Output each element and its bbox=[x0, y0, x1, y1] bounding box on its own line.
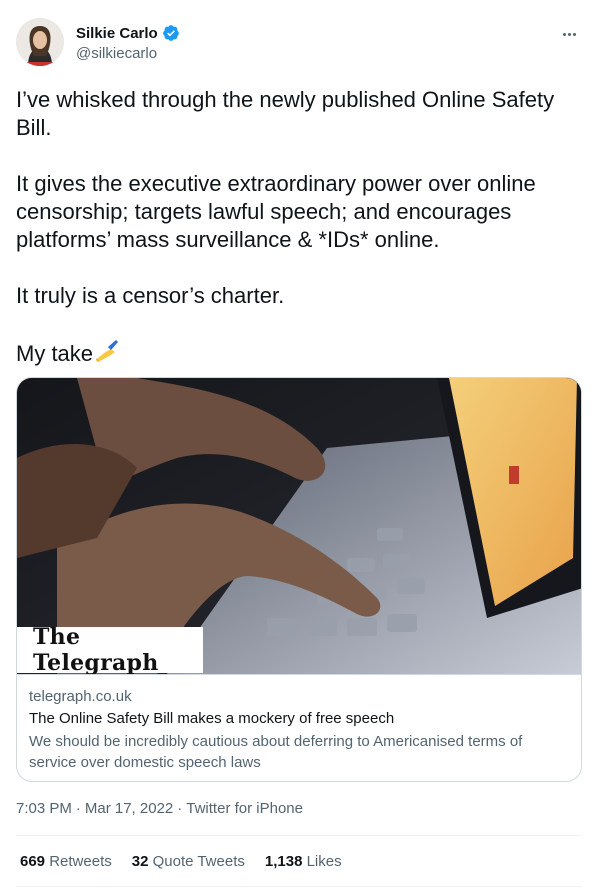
display-name[interactable]: Silkie Carlo bbox=[76, 25, 158, 42]
divider bbox=[16, 886, 582, 887]
tweet-timestamp: 7:03 PM · Mar 17, 2022 · Twitter for iPh… bbox=[16, 800, 303, 817]
tweet-header: Silkie Carlo @silkiecarlo bbox=[16, 18, 582, 70]
avatar[interactable] bbox=[16, 18, 64, 66]
likes-stat[interactable]: 1,138 Likes bbox=[265, 853, 342, 870]
tweet-date[interactable]: Mar 17, 2022 bbox=[85, 800, 173, 817]
publisher-badge: The Telegraph bbox=[17, 624, 203, 674]
retweets-count: 669 bbox=[20, 853, 46, 870]
tweet-paragraph: I’ve whisked through the newly published… bbox=[16, 87, 555, 140]
tweet-paragraph-last: My take bbox=[16, 338, 582, 371]
card-title: The Online Safety Bill makes a mockery o… bbox=[29, 710, 395, 727]
tweet-source[interactable]: Twitter for iPhone bbox=[186, 800, 303, 817]
more-options-icon[interactable] bbox=[558, 24, 580, 44]
retweets-label: Retweets bbox=[49, 853, 112, 870]
name-row: Silkie Carlo bbox=[76, 24, 180, 42]
tweet-text: I’ve whisked through the newly published… bbox=[16, 86, 582, 371]
tweet-paragraph-text: My take bbox=[16, 341, 94, 366]
quote-tweets-stat[interactable]: 32 Quote Tweets bbox=[132, 853, 245, 870]
retweets-stat[interactable]: 669 Retweets bbox=[20, 853, 112, 870]
likes-count: 1,138 bbox=[264, 853, 303, 870]
quotes-label: Quote Tweets bbox=[152, 853, 245, 870]
tweet-paragraph: It gives the executive extraordinary pow… bbox=[16, 171, 536, 252]
likes-label: Likes bbox=[306, 853, 342, 870]
engagement-stats: 669 Retweets 32 Quote Tweets 1,138 Likes bbox=[20, 853, 342, 870]
quotes-count: 32 bbox=[131, 853, 149, 870]
card-description: We should be incredibly cautious about d… bbox=[29, 733, 523, 771]
writing-hand-emoji bbox=[93, 338, 119, 371]
divider bbox=[16, 835, 582, 836]
tweet-time[interactable]: 7:03 PM bbox=[16, 800, 72, 817]
separator: · bbox=[75, 800, 81, 817]
link-preview-card[interactable]: The Telegraph telegraph.co.uk The Online… bbox=[16, 377, 582, 782]
separator: · bbox=[177, 800, 183, 817]
tweet-paragraph: It truly is a censor’s charter. bbox=[16, 283, 285, 308]
card-image[interactable]: The Telegraph bbox=[17, 378, 581, 674]
verified-badge-icon bbox=[162, 24, 180, 42]
card-domain: telegraph.co.uk bbox=[29, 688, 132, 705]
user-handle[interactable]: @silkiecarlo bbox=[76, 45, 157, 62]
card-meta[interactable]: telegraph.co.uk The Online Safety Bill m… bbox=[17, 674, 581, 781]
